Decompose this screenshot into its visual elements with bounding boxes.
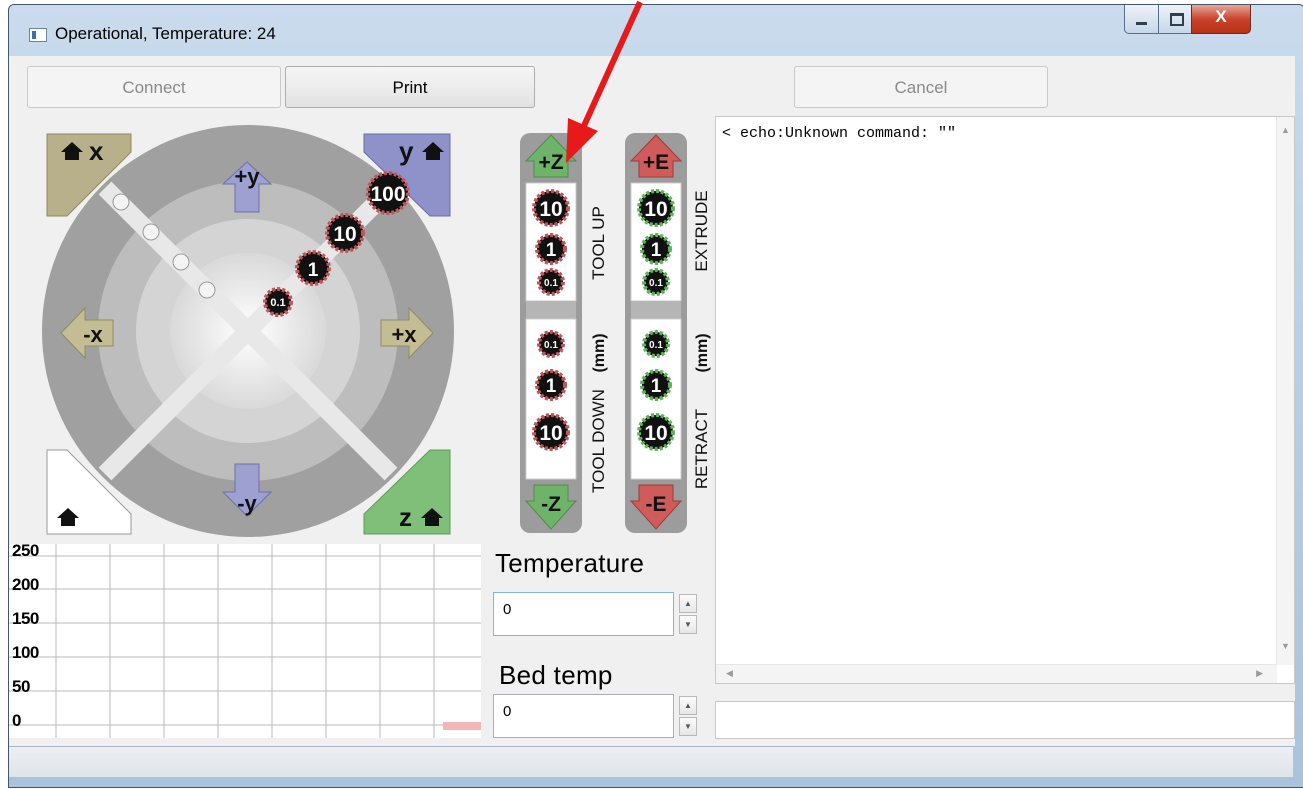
cross-dot [198, 281, 216, 299]
e-up-01-label: 0.1 [649, 278, 663, 289]
z-up-01-label: 0.1 [544, 278, 558, 289]
command-input[interactable] [715, 701, 1295, 739]
cancel-button[interactable]: Cancel [794, 66, 1048, 108]
log-panel[interactable]: < echo:Unknown command: "" ▲ ▼ ◀ ▶ [715, 116, 1295, 684]
temperature-spinner[interactable]: ▲ ▼ [679, 594, 697, 634]
bed-up-arrow-icon[interactable]: ▲ [679, 696, 697, 715]
minus-x-label: -x [83, 322, 103, 347]
minimize-button[interactable] [1124, 5, 1160, 34]
close-button[interactable]: X [1191, 5, 1251, 34]
temperature-label: Temperature [495, 548, 645, 578]
log-vertical-scrollbar[interactable]: ▲ ▼ [1276, 117, 1294, 665]
step-1-label: 1 [308, 260, 319, 281]
home-z-label: z [399, 502, 412, 532]
scroll-up-icon[interactable]: ▲ [1281, 125, 1290, 135]
z-divider [526, 301, 576, 319]
z-down-label: -Z [541, 493, 561, 516]
plus-y-label: +y [234, 164, 260, 189]
window-title: Operational, Temperature: 24 [55, 24, 276, 43]
bed-temp-label: Bed temp [499, 660, 613, 690]
graph-grid [9, 544, 481, 738]
cross-dot [172, 253, 190, 271]
e-side-mm-label: (mm) [694, 333, 711, 372]
temperature-up-arrow-icon[interactable]: ▲ [679, 594, 697, 613]
z-side-up-label: TOOL UP [589, 206, 608, 280]
step-100-label: 100 [370, 183, 405, 206]
minus-y-label: -y [237, 491, 257, 516]
e-retract-label: -E [646, 493, 667, 516]
step-10-label: 10 [333, 223, 356, 246]
status-bar [9, 746, 1293, 777]
app-icon [29, 28, 47, 42]
log-line: < echo:Unknown command: "" [722, 125, 957, 142]
cross-dot [142, 223, 160, 241]
maximize-button[interactable] [1158, 5, 1193, 34]
title-bar[interactable]: Operational, Temperature: 24 X [9, 5, 1303, 57]
z-side-mm-label: (mm) [591, 333, 608, 372]
temperature-graph: 250 200 150 100 50 0 [9, 541, 481, 738]
y-tick-250: 250 [12, 541, 39, 560]
plus-x-label: +x [391, 322, 417, 347]
scroll-left-icon[interactable]: ◀ [726, 668, 733, 679]
client-area: Connect Print Cancel x y z +y -y -x +x 1… [9, 56, 1295, 746]
e-extrude-label: +E [643, 151, 669, 174]
close-icon: X [1215, 7, 1227, 26]
z-up-1-label: 1 [546, 240, 557, 261]
z-up-10-label: 10 [539, 198, 562, 221]
maximize-icon [1170, 13, 1184, 26]
z-down-1-label: 1 [546, 376, 557, 397]
home-y-label: y [399, 136, 414, 166]
z-down-10-label: 10 [539, 422, 562, 445]
y-tick-200: 200 [12, 575, 39, 594]
e-side-down-label: RETRACT [692, 409, 711, 489]
z-up-label: +Z [538, 151, 563, 174]
xy-jog-pad[interactable]: x y z +y -y -x +x 100 10 1 0.1 [9, 56, 489, 546]
e-down-1-label: 1 [651, 376, 662, 397]
y-tick-100: 100 [12, 643, 39, 662]
scroll-down-icon[interactable]: ▼ [1281, 641, 1290, 651]
e-up-1-label: 1 [651, 240, 662, 261]
temperature-down-arrow-icon[interactable]: ▼ [679, 615, 697, 634]
e-side-up-label: EXTRUDE [692, 190, 711, 271]
cross-dot [112, 193, 130, 211]
e-up-10-label: 10 [644, 198, 667, 221]
z-down-01-label: 0.1 [544, 340, 558, 351]
scroll-right-icon[interactable]: ▶ [1256, 668, 1263, 679]
e-down-10-label: 10 [644, 422, 667, 445]
temperature-trace [443, 722, 481, 730]
y-tick-150: 150 [12, 609, 39, 628]
ze-jog-columns[interactable]: +Z -Z 10 1 0.1 0.1 1 10 TOOL UP TOOL DOW… [514, 131, 714, 541]
minimize-icon [1136, 22, 1147, 25]
temperature-input[interactable]: 0 [493, 592, 674, 636]
bed-temp-input[interactable]: 0 [493, 694, 674, 738]
bed-temp-spinner[interactable]: ▲ ▼ [679, 696, 697, 736]
bed-down-arrow-icon[interactable]: ▼ [679, 717, 697, 736]
e-down-01-label: 0.1 [649, 340, 663, 351]
z-side-down-label: TOOL DOWN [589, 389, 608, 493]
step-01-label: 0.1 [270, 297, 285, 309]
e-divider [631, 301, 681, 319]
home-x-label: x [89, 136, 104, 166]
log-horizontal-scrollbar[interactable]: ◀ ▶ [716, 664, 1277, 683]
y-tick-50: 50 [12, 677, 30, 696]
y-tick-0: 0 [12, 711, 21, 730]
